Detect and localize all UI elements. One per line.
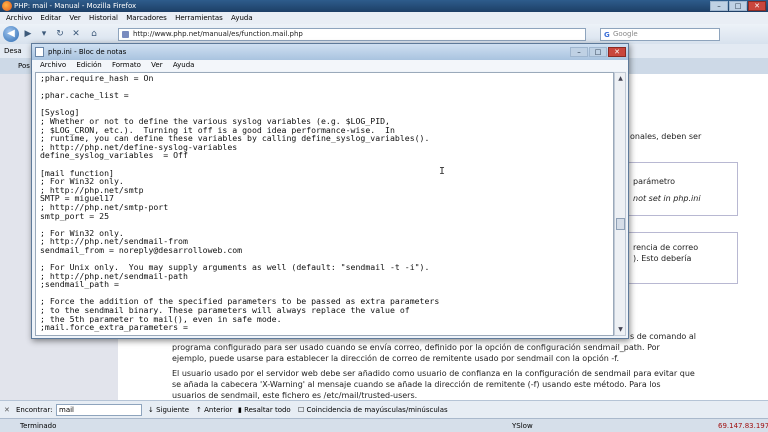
notepad-window-buttons: – □ ✕ — [570, 47, 626, 57]
search-placeholder: Google — [613, 30, 638, 38]
firefox-title-text: PHP: mail - Manual - Mozilla Firefox — [14, 2, 137, 10]
find-next-label: Siguiente — [156, 406, 190, 414]
home-button[interactable]: ⌂ — [88, 28, 100, 40]
scroll-up-icon[interactable]: ▲ — [616, 74, 625, 83]
notepad-window: php.ini - Bloc de notas – □ ✕ Archivo Ed… — [31, 43, 629, 339]
status-text: Terminado — [20, 422, 57, 430]
notepad-title-bar: php.ini - Bloc de notas – □ ✕ — [32, 44, 628, 60]
close-find-icon[interactable]: ✕ — [4, 401, 10, 419]
find-bar: ✕ Encontrar: mail ↓ Siguiente ↑ Anterior… — [0, 400, 768, 418]
notepad-vertical-scrollbar[interactable]: ▲ ▼ — [614, 72, 626, 336]
np-menu-edicion[interactable]: Edición — [76, 61, 101, 69]
dropdown-chevron-icon[interactable]: ▾ — [38, 28, 50, 40]
back-button[interactable]: ◀ — [3, 26, 19, 42]
find-value: mail — [59, 406, 74, 414]
firefox-title-bar: PHP: mail - Manual - Mozilla Firefox – □… — [0, 0, 768, 12]
close-button[interactable]: ✕ — [748, 1, 766, 11]
find-prev-button[interactable]: ↑ Anterior — [196, 401, 232, 419]
find-next-button[interactable]: ↓ Siguiente — [148, 401, 189, 419]
bookmark-item[interactable]: Desa — [4, 47, 22, 55]
firefox-navigation-bar: ◀ ▶ ▾ ↻ ✕ ⌂ http://www.php.net/manual/es… — [0, 24, 768, 44]
php-ini-content: ;phar.require_hash = On ;phar.cache_list… — [40, 73, 440, 333]
menu-archivo[interactable]: Archivo — [6, 14, 32, 22]
yslow-label[interactable]: YSlow — [512, 419, 533, 432]
note-box: rencia de correo ). Esto debería — [626, 232, 738, 284]
notepad-maximize-button[interactable]: □ — [589, 47, 607, 57]
status-bar: Terminado YSlow 69.147.83.197 — [0, 418, 768, 432]
doc-fragment: rencia de correo — [633, 243, 699, 252]
menu-editar[interactable]: Editar — [40, 14, 61, 22]
note-box: parámetro not set in php.ini — [626, 162, 738, 216]
ip-address: 69.147.83.197 — [718, 422, 768, 430]
doc-paragraph: programa configurado para ser usado cuan… — [172, 342, 752, 364]
notepad-title: php.ini - Bloc de notas — [48, 48, 127, 56]
reload-button[interactable]: ↻ — [54, 28, 66, 40]
firefox-logo-icon — [2, 1, 12, 11]
np-menu-ayuda[interactable]: Ayuda — [173, 61, 195, 69]
notepad-menu-bar: Archivo Edición Formato Ver Ayuda — [32, 60, 628, 71]
minimize-button[interactable]: – — [710, 1, 728, 11]
menu-ver[interactable]: Ver — [69, 14, 80, 22]
find-input[interactable]: mail — [56, 404, 142, 416]
doc-fragment: not set in php.ini — [633, 194, 701, 203]
doc-fragment: onales, deben ser — [630, 132, 702, 141]
doc-line: se añada la cabecera 'X-Warning' al mens… — [172, 380, 661, 389]
forward-button[interactable]: ▶ — [22, 28, 34, 40]
text-cursor-icon: I — [439, 166, 446, 177]
firefox-menu-bar: Archivo Editar Ver Historial Marcadores … — [0, 12, 768, 24]
doc-paragraph: El usuario usado por el servidor web deb… — [172, 368, 752, 401]
np-menu-formato[interactable]: Formato — [112, 61, 141, 69]
match-case-checkbox[interactable]: ☐ Coincidencia de mayúsculas/minúsculas — [298, 401, 448, 419]
notepad-minimize-button[interactable]: – — [570, 47, 588, 57]
menu-herramientas[interactable]: Herramientas — [175, 14, 223, 22]
maximize-button[interactable]: □ — [729, 1, 747, 11]
highlight-all-button[interactable]: ▮ Resaltar todo — [238, 401, 291, 419]
menu-marcadores[interactable]: Marcadores — [126, 14, 167, 22]
scroll-down-icon[interactable]: ▼ — [616, 325, 625, 334]
notepad-text-area[interactable]: ;phar.require_hash = On ;phar.cache_list… — [35, 72, 614, 336]
match-case-label: Coincidencia de mayúsculas/minúsculas — [306, 406, 448, 414]
doc-fragment: s de comando al — [630, 332, 696, 341]
np-menu-ver[interactable]: Ver — [151, 61, 162, 69]
url-bar[interactable]: http://www.php.net/manual/es/function.ma… — [118, 28, 586, 41]
np-menu-archivo[interactable]: Archivo — [40, 61, 66, 69]
find-prev-label: Anterior — [204, 406, 233, 414]
find-label: Encontrar: — [16, 406, 53, 414]
doc-fragment: ). Esto debería — [633, 254, 692, 263]
tab-item[interactable]: Pos — [18, 62, 30, 70]
scroll-thumb[interactable] — [616, 218, 625, 230]
notepad-close-button[interactable]: ✕ — [608, 47, 626, 57]
search-input[interactable]: G Google — [600, 28, 720, 41]
doc-line: El usuario usado por el servidor web deb… — [172, 369, 695, 378]
url-text: http://www.php.net/manual/es/function.ma… — [133, 30, 303, 38]
doc-line: ejemplo, puede usarse para establecer la… — [172, 354, 620, 363]
google-icon: G — [604, 31, 610, 39]
firefox-window-buttons: – □ ✕ — [710, 1, 766, 11]
notepad-icon — [35, 47, 44, 57]
menu-ayuda[interactable]: Ayuda — [231, 14, 253, 22]
site-favicon-icon — [122, 31, 129, 38]
doc-line: programa configurado para ser usado cuan… — [172, 343, 660, 352]
stop-button[interactable]: ✕ — [70, 28, 82, 40]
doc-fragment: parámetro — [633, 177, 676, 186]
menu-historial[interactable]: Historial — [89, 14, 118, 22]
highlight-all-label: Resaltar todo — [244, 406, 291, 414]
